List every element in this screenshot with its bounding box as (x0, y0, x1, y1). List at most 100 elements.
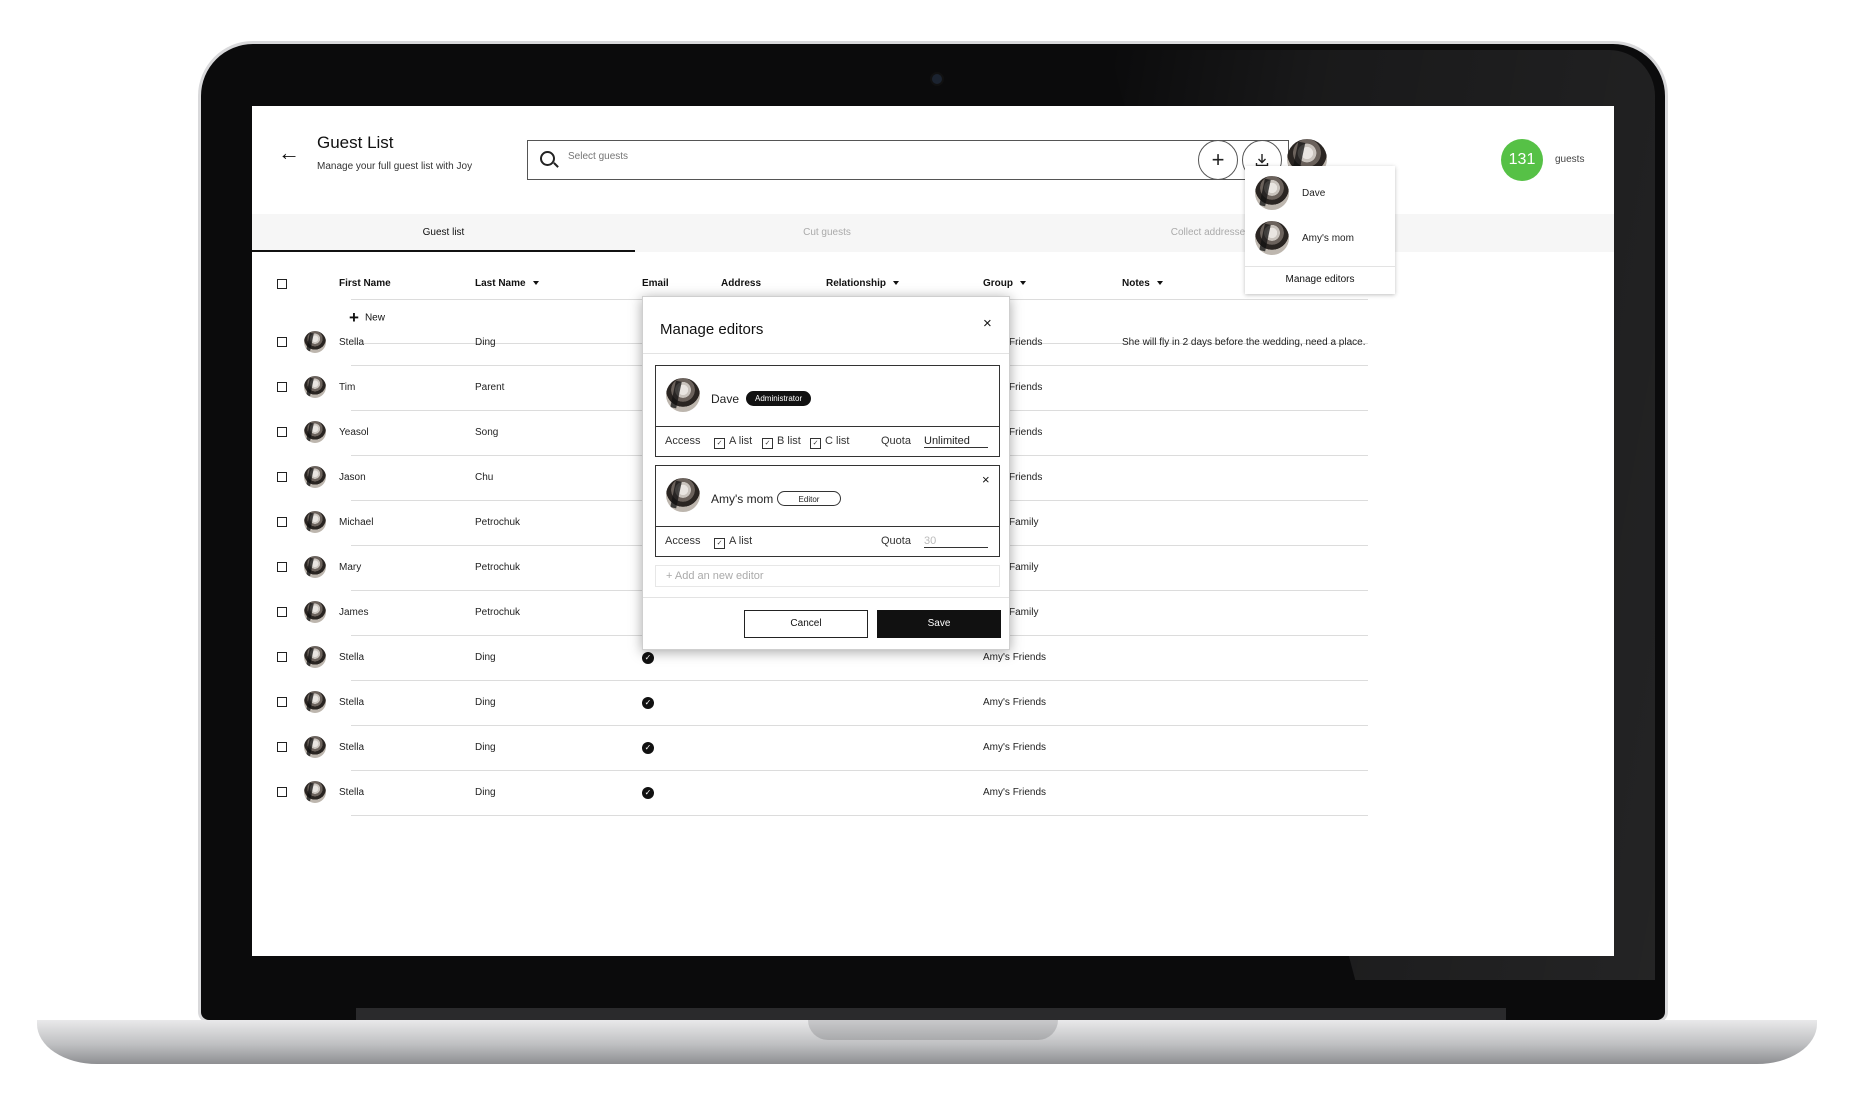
access-c-list[interactable]: ✓ C list (810, 435, 849, 449)
column-first-name[interactable]: First Name (339, 278, 391, 289)
avatar (304, 511, 326, 533)
access-a-list[interactable]: ✓ A list (714, 535, 752, 549)
first-name-cell: Stella (339, 742, 365, 753)
access-b-list[interactable]: ✓ B list (762, 435, 801, 449)
avatar (666, 378, 700, 412)
select-all-checkbox[interactable] (277, 279, 287, 289)
close-icon[interactable]: × (982, 472, 990, 487)
row-checkbox[interactable] (277, 787, 287, 797)
editor-card-amys-mom: × Amy's mom Editor Access ✓ A list Quota … (655, 465, 1000, 557)
modal-title: Manage editors (660, 321, 764, 338)
column-relationship[interactable]: Relationship (826, 278, 900, 289)
column-label: Last Name (475, 278, 526, 289)
editor-name: Amy's mom (1302, 233, 1354, 244)
arrow-left-icon[interactable]: ← (278, 140, 300, 166)
guest-count-label: guests (1555, 154, 1585, 165)
quota-label: Quota (881, 435, 911, 447)
checkbox-checked-icon: ✓ (810, 438, 821, 449)
table-row[interactable]: Stella Ding ✓ Amy's Friends (252, 681, 1614, 726)
row-checkbox[interactable] (277, 472, 287, 482)
row-checkbox[interactable] (277, 517, 287, 527)
group-cell: Amy's Friends (983, 742, 1047, 753)
checkbox-checked-icon: ✓ (714, 438, 725, 449)
plus-icon: + (1211, 147, 1225, 172)
add-editor-input[interactable]: + Add an new editor (655, 565, 1000, 587)
last-name-cell: Chu (475, 472, 494, 483)
camera-icon (932, 74, 942, 84)
avatar (304, 691, 326, 713)
divider (656, 426, 999, 427)
search-input[interactable] (566, 150, 1170, 163)
quota-field[interactable]: 30 (924, 535, 988, 548)
group-cell: Family (1009, 607, 1039, 618)
add-guest-button[interactable]: + (1198, 140, 1238, 180)
first-name-cell: Stella (339, 652, 365, 663)
editor-item-dave[interactable]: Dave (1255, 176, 1395, 212)
tab-guest-list[interactable]: Guest list (252, 214, 635, 252)
tab-bar: Guest list Cut guests Collect addresses (252, 214, 1614, 252)
column-email[interactable]: Email (642, 278, 669, 289)
editors-dropdown: Dave Amy's mom Manage editors (1245, 166, 1395, 294)
first-name-cell: James (339, 607, 369, 618)
manage-editors-modal: Manage editors × Dave Administrator Acce… (642, 296, 1010, 650)
last-name-cell: Petrochuk (475, 607, 521, 618)
first-name-cell: Michael (339, 517, 374, 528)
row-checkbox[interactable] (277, 607, 287, 617)
search-icon (540, 151, 555, 166)
row-checkbox[interactable] (277, 562, 287, 572)
divider (656, 526, 999, 527)
row-checkbox[interactable] (277, 427, 287, 437)
group-cell: Friends (1009, 427, 1043, 438)
column-label: Group (983, 278, 1013, 289)
list-label: B list (777, 435, 801, 447)
last-name-cell: Song (475, 427, 499, 438)
avatar (304, 466, 326, 488)
quota-field[interactable]: Unlimited (924, 435, 988, 448)
row-checkbox[interactable] (277, 697, 287, 707)
group-cell: Family (1009, 562, 1039, 573)
role-badge[interactable]: Editor (777, 491, 841, 506)
last-name-cell: Ding (475, 652, 496, 663)
group-cell: Friends (1009, 472, 1043, 483)
access-a-list[interactable]: ✓ A list (714, 435, 752, 449)
manage-editors-link[interactable]: Manage editors (1245, 274, 1395, 285)
column-notes[interactable]: Notes (1122, 278, 1163, 289)
column-group[interactable]: Group (983, 278, 1026, 289)
editor-card-dave: Dave Administrator Access ✓ A list ✓ B lis… (655, 365, 1000, 457)
close-icon[interactable]: × (983, 315, 992, 332)
cancel-button[interactable]: Cancel (744, 610, 868, 638)
column-last-name[interactable]: Last Name (475, 278, 539, 289)
list-label: A list (729, 535, 753, 547)
row-checkbox[interactable] (277, 742, 287, 752)
checkbox-checked-icon: ✓ (762, 438, 773, 449)
last-name-cell: Petrochuk (475, 562, 521, 573)
column-label: Notes (1122, 278, 1150, 289)
list-label: A list (729, 435, 753, 447)
email-check-icon: ✓ (642, 742, 654, 754)
avatar (304, 781, 326, 803)
laptop-notch (808, 1020, 1058, 1040)
avatar (304, 331, 326, 353)
editor-item-amys-mom[interactable]: Amy's mom (1255, 221, 1395, 257)
app-screen: ← Guest List Manage your full guest list… (252, 106, 1614, 956)
table-row[interactable]: Stella Ding ✓ Amy's Friends (252, 726, 1614, 771)
search-bar[interactable] (527, 140, 1289, 180)
avatar (304, 646, 326, 668)
row-checkbox[interactable] (277, 382, 287, 392)
save-button[interactable]: Save (877, 610, 1001, 638)
group-cell: Amy's Friends (983, 652, 1047, 663)
column-label: Email (642, 278, 669, 289)
avatar (304, 421, 326, 443)
tab-cut-guests[interactable]: Cut guests (635, 214, 1019, 252)
editor-name: Dave (711, 392, 740, 406)
first-name-cell: Yeasol (339, 427, 369, 438)
first-name-cell: Stella (339, 787, 365, 798)
column-address[interactable]: Address (721, 278, 761, 289)
email-check-icon: ✓ (642, 787, 654, 799)
row-checkbox[interactable] (277, 337, 287, 347)
avatar (304, 736, 326, 758)
row-checkbox[interactable] (277, 652, 287, 662)
first-name-cell: Stella (339, 697, 365, 708)
avatar (304, 376, 326, 398)
table-row[interactable]: Stella Ding ✓ Amy's Friends (252, 771, 1614, 816)
